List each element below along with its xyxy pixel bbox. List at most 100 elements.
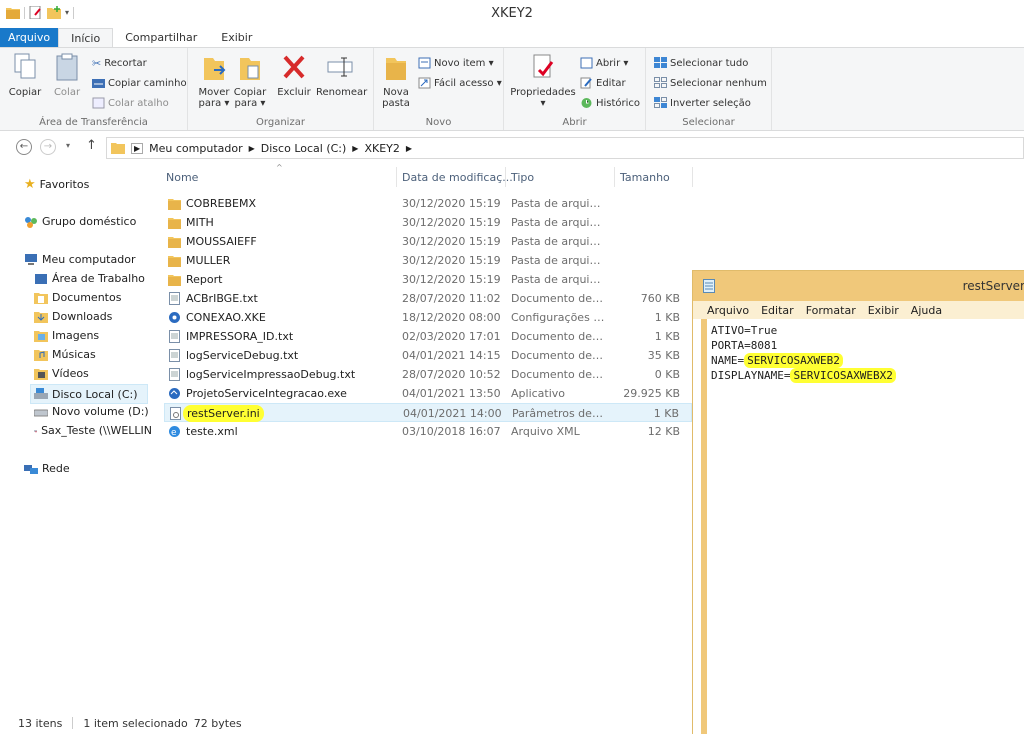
file-type: Parâmetros de co...	[512, 407, 606, 420]
file-name: teste.xml	[186, 425, 238, 438]
file-row[interactable]: logServiceImpressaoDebug.txt 28/07/2020 1…	[164, 365, 692, 384]
tab-compartilhar[interactable]: Compartilhar	[113, 28, 209, 48]
tab-exibir[interactable]: Exibir	[209, 28, 264, 48]
file-row[interactable]: ProjetoServiceIntegracao.exe 04/01/2021 1…	[164, 384, 692, 403]
sidebar-item-documents[interactable]: Documentos	[34, 291, 121, 304]
sidebar-label: Rede	[42, 462, 70, 475]
select-group: Selecionar tudo Selecionar nenhum Invert…	[646, 48, 772, 130]
file-type: Aplicativo	[511, 387, 566, 400]
column-header-name[interactable]: Nome	[166, 171, 198, 184]
column-separator[interactable]	[614, 167, 615, 187]
file-type: Documento de Te...	[511, 292, 605, 305]
ribbon-tabs: Arquivo Início Compartilhar Exibir	[0, 28, 1024, 48]
navigation-pane: ★ Favoritos Grupo doméstico Meu computad…	[0, 161, 152, 706]
text-file-icon	[169, 349, 180, 362]
easy-access-icon	[418, 77, 431, 89]
move-to-button[interactable]: Mover para ▾	[196, 52, 232, 109]
file-row[interactable]: IMPRESSORA_ID.txt 02/03/2020 17:01 Documen…	[164, 327, 692, 346]
folder-file-icon	[168, 256, 181, 267]
copy-path-button[interactable]: Copiar caminho	[92, 77, 187, 89]
sidebar-item-music[interactable]: Músicas	[34, 348, 96, 361]
navigation-row: ← → ▾ ↑ ▶ Meu computador ▶ Disco Local (…	[0, 133, 1024, 161]
ini-line-displayname: DISPLAYNAME= SERVICOSAXWEBX2	[711, 368, 1021, 383]
history-button[interactable]: Histórico	[580, 97, 640, 109]
file-row[interactable]: restServer.ini 04/01/2021 14:00 Parâmetros…	[164, 403, 692, 422]
notepad-text-area[interactable]: ATIVO=True PORTA=8081 NAME= SERVICOSAXWEB…	[707, 319, 1024, 734]
item-count: 13 itens	[18, 716, 63, 730]
sidebar-item-network[interactable]: Rede	[24, 462, 70, 475]
up-arrow-icon[interactable]: ↑	[86, 138, 97, 153]
new-item-button[interactable]: Novo item ▾	[418, 57, 494, 69]
properties-button[interactable]: Propriedades ▾	[510, 52, 576, 109]
invert-selection-button[interactable]: Inverter seleção	[654, 97, 751, 109]
sidebar-item-local-disk[interactable]: Disco Local (C:)	[30, 384, 148, 404]
open-button[interactable]: Abrir ▾	[580, 57, 628, 69]
cut-button[interactable]: ✂ Recortar	[92, 57, 147, 70]
sidebar-item-downloads[interactable]: Downloads	[34, 310, 112, 323]
file-row[interactable]: COBREBEMX 30/12/2020 15:19 Pasta de arquiv…	[164, 194, 692, 213]
edit-button[interactable]: Editar	[580, 77, 626, 89]
tab-arquivo[interactable]: Arquivo	[0, 28, 59, 48]
pictures-folder-icon	[34, 330, 48, 342]
menu-formatar[interactable]: Formatar	[806, 304, 856, 317]
sidebar-item-videos[interactable]: Vídeos	[34, 367, 89, 380]
recent-locations-chevron-icon[interactable]: ▾	[66, 141, 70, 150]
sidebar-label: Área de Trabalho	[52, 272, 145, 285]
file-row[interactable]: MITH 30/12/2020 15:19 Pasta de arquivos	[164, 213, 692, 232]
network-drive-disconnected-icon	[34, 429, 38, 432]
column-header-size[interactable]: Tamanho	[620, 171, 670, 184]
select-none-button[interactable]: Selecionar nenhum	[654, 77, 767, 89]
sidebar-item-network-drive[interactable]: Sax_Teste (\\WELLIN	[34, 424, 152, 437]
file-row[interactable]: MULLER 30/12/2020 15:19 Pasta de arquivos	[164, 251, 692, 270]
open-group-label: Abrir	[562, 117, 587, 128]
history-icon	[581, 98, 592, 108]
column-separator[interactable]	[505, 167, 506, 187]
folder-file-icon	[168, 218, 181, 229]
delete-button[interactable]: Excluir	[276, 52, 312, 98]
file-row[interactable]: ACBrIBGE.txt 28/07/2020 11:02 Documento de…	[164, 289, 692, 308]
column-header-date[interactable]: Data de modificaç...	[402, 171, 513, 184]
breadcrumb-disk[interactable]: Disco Local (C:)	[261, 142, 347, 155]
notepad-title-bar[interactable]: restServer	[693, 271, 1024, 301]
file-row[interactable]: logServiceDebug.txt 04/01/2021 14:15 Docum…	[164, 346, 692, 365]
back-button[interactable]: ←	[16, 139, 32, 155]
sidebar-item-homegroup[interactable]: Grupo doméstico	[24, 215, 136, 228]
file-row[interactable]: Report 30/12/2020 15:19 Pasta de arquivos	[164, 270, 692, 289]
file-name: restServer.ini	[183, 405, 264, 422]
file-row[interactable]: CONEXAO.XKE 18/12/2020 08:00 Configurações…	[164, 308, 692, 327]
column-separator[interactable]	[692, 167, 693, 187]
history-label: Histórico	[596, 97, 641, 109]
folder-icon	[111, 143, 125, 154]
copy-button[interactable]: Copiar	[8, 52, 42, 98]
menu-exibir[interactable]: Exibir	[868, 304, 899, 317]
column-separator[interactable]	[396, 167, 397, 187]
invert-selection-label: Inverter seleção	[670, 97, 751, 109]
paste-shortcut-button[interactable]: Colar atalho	[92, 97, 169, 109]
sidebar-item-computer[interactable]: Meu computador	[24, 253, 135, 266]
sidebar-item-favorites[interactable]: ★ Favoritos	[24, 177, 89, 192]
cut-label: Recortar	[104, 58, 147, 69]
breadcrumb-computer[interactable]: Meu computador	[149, 142, 242, 155]
menu-ajuda[interactable]: Ajuda	[911, 304, 942, 317]
notepad-window[interactable]: restServer Arquivo Editar Formatar Exibi…	[692, 270, 1024, 734]
sidebar-item-desktop[interactable]: Área de Trabalho	[34, 272, 145, 285]
paste-button[interactable]: Colar	[50, 52, 84, 98]
copy-to-button[interactable]: Copiar para ▾	[232, 52, 268, 109]
file-row[interactable]: MOUSSAIEFF 30/12/2020 15:19 Pasta de arqui…	[164, 232, 692, 251]
menu-editar[interactable]: Editar	[761, 304, 794, 317]
file-row[interactable]: e teste.xml 03/10/2018 16:07 Arquivo XML 12 …	[164, 422, 692, 441]
forward-button[interactable]: →	[40, 139, 56, 155]
select-all-button[interactable]: Selecionar tudo	[654, 57, 748, 69]
videos-folder-icon	[34, 368, 48, 380]
easy-access-button[interactable]: Fácil acesso ▾	[418, 77, 502, 89]
sidebar-item-new-volume[interactable]: Novo volume (D:)	[34, 405, 149, 418]
sidebar-item-pictures[interactable]: Imagens	[34, 329, 99, 342]
new-folder-button[interactable]: Nova pasta	[380, 52, 412, 109]
menu-arquivo[interactable]: Arquivo	[707, 304, 749, 317]
tab-inicio[interactable]: Início	[58, 28, 114, 48]
address-bar[interactable]: ▶ Meu computador ▶ Disco Local (C:) ▶ XK…	[106, 137, 1024, 159]
window-title: XKEY2	[491, 6, 533, 21]
column-header-type[interactable]: Tipo	[511, 171, 534, 184]
breadcrumb-folder[interactable]: XKEY2	[364, 142, 399, 155]
rename-button[interactable]: Renomear	[316, 52, 367, 98]
